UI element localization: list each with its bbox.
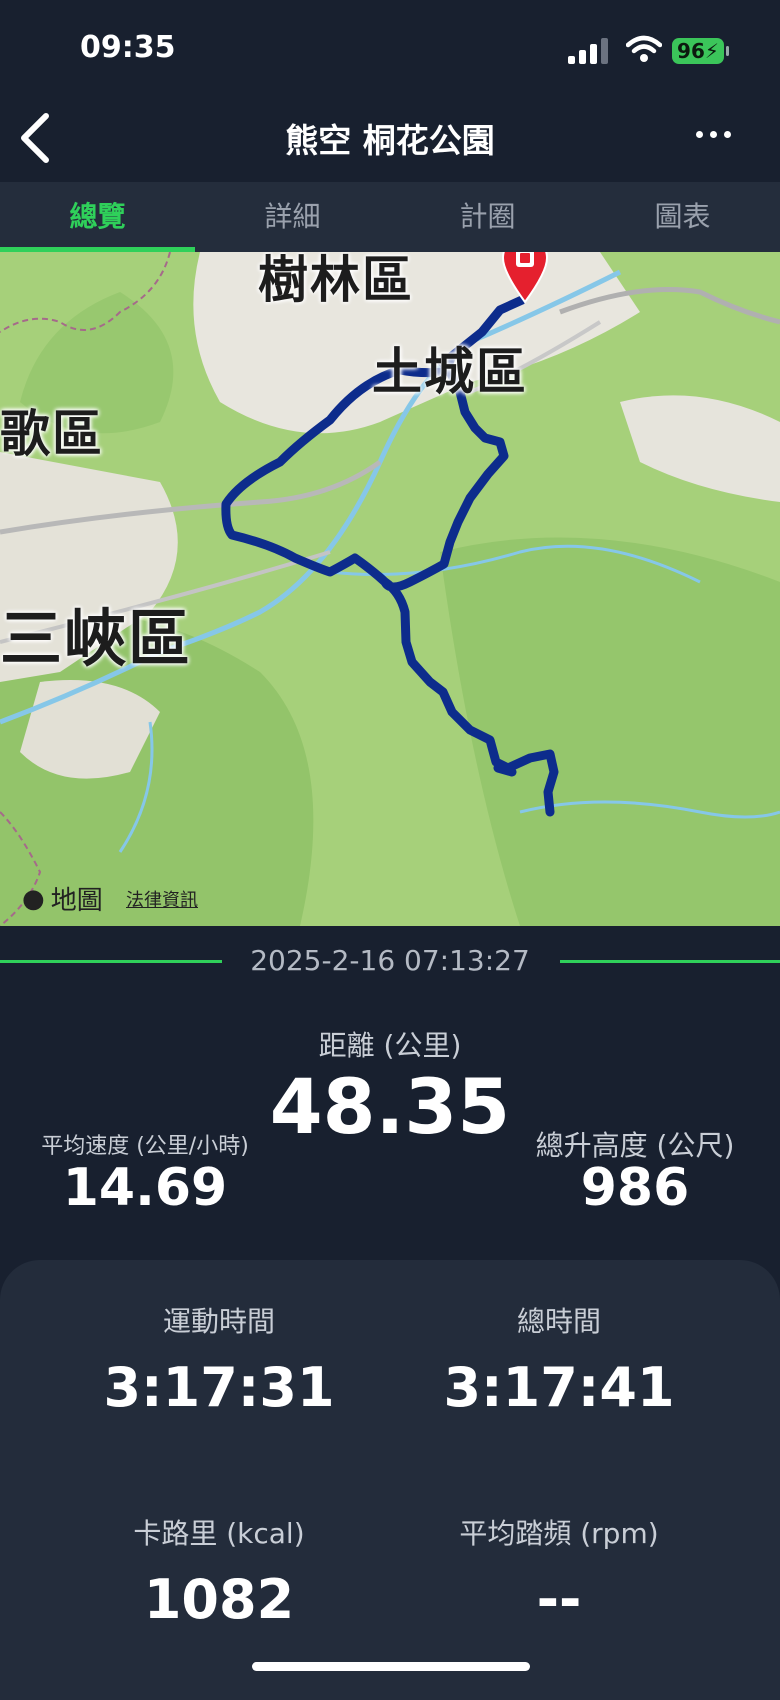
tab-details[interactable]: 詳細 xyxy=(195,182,390,252)
page-title: 熊空 桐花公園 xyxy=(285,121,495,160)
route-map[interactable]: 樹林區 土城區 歌區 三峽區 ● 地圖 法律資訊 xyxy=(0,252,780,926)
avg-speed-label: 平均速度 (公里/小時) xyxy=(41,1134,249,1159)
avg-speed-value: 14.69 xyxy=(62,1158,228,1218)
battery-tip xyxy=(726,46,729,56)
battery-level: 96 xyxy=(677,39,705,63)
more-options-icon[interactable] xyxy=(696,122,740,146)
activity-date-row: 2025-2-16 07:13:27 xyxy=(0,926,780,998)
avg-cadence-label: 平均踏頻 (rpm) xyxy=(459,1517,659,1550)
navigation-bar: 熊空 桐花公園 xyxy=(0,96,780,182)
distance-label: 距離 (公里) xyxy=(318,1029,462,1062)
tab-laps[interactable]: 計圈 xyxy=(390,182,585,252)
cellular-signal-icon xyxy=(568,38,608,64)
status-bar: 09:35 96 ⚡ xyxy=(0,0,780,96)
tab-overview[interactable]: 總覽 xyxy=(0,182,195,252)
map-label-yingge: 歌區 xyxy=(0,405,104,463)
secondary-stats-card: 運動時間 3:17:31 總時間 3:17:41 卡路里 (kcal) 1082… xyxy=(0,1260,780,1700)
date-divider-right xyxy=(560,960,780,963)
primary-stats: 距離 (公里) 48.35 平均速度 (公里/小時) 14.69 總升高度 (公… xyxy=(0,998,780,1260)
legal-info-link[interactable]: 法律資訊 xyxy=(126,886,198,912)
total-time-label: 總時間 xyxy=(516,1305,601,1338)
map-attribution-text: 地圖 xyxy=(50,886,103,916)
map-label-shulin: 樹林區 xyxy=(258,252,414,309)
map-label-tucheng: 土城區 xyxy=(372,343,528,401)
status-time: 09:35 xyxy=(80,30,176,65)
calories-value: 1082 xyxy=(143,1568,295,1631)
map-attribution: ● 地圖 xyxy=(22,880,103,917)
wifi-icon xyxy=(626,35,662,62)
apple-logo-icon: ● xyxy=(22,883,45,914)
moving-time-value: 3:17:31 xyxy=(103,1356,335,1419)
home-indicator[interactable] xyxy=(252,1662,530,1671)
calories-label: 卡路里 (kcal) xyxy=(133,1517,305,1550)
tab-bar: 總覽 詳細 計圈 圖表 xyxy=(0,182,780,252)
avg-cadence-value: -- xyxy=(536,1568,582,1631)
map-label-sanxia: 三峽區 xyxy=(0,602,193,675)
charging-bolt-icon: ⚡ xyxy=(704,39,719,63)
tab-charts[interactable]: 圖表 xyxy=(585,182,780,252)
total-time-value: 3:17:41 xyxy=(443,1356,675,1419)
battery-indicator: 96 ⚡ xyxy=(672,38,724,64)
elevation-gain-value: 986 xyxy=(580,1158,690,1218)
moving-time-label: 運動時間 xyxy=(162,1305,275,1338)
